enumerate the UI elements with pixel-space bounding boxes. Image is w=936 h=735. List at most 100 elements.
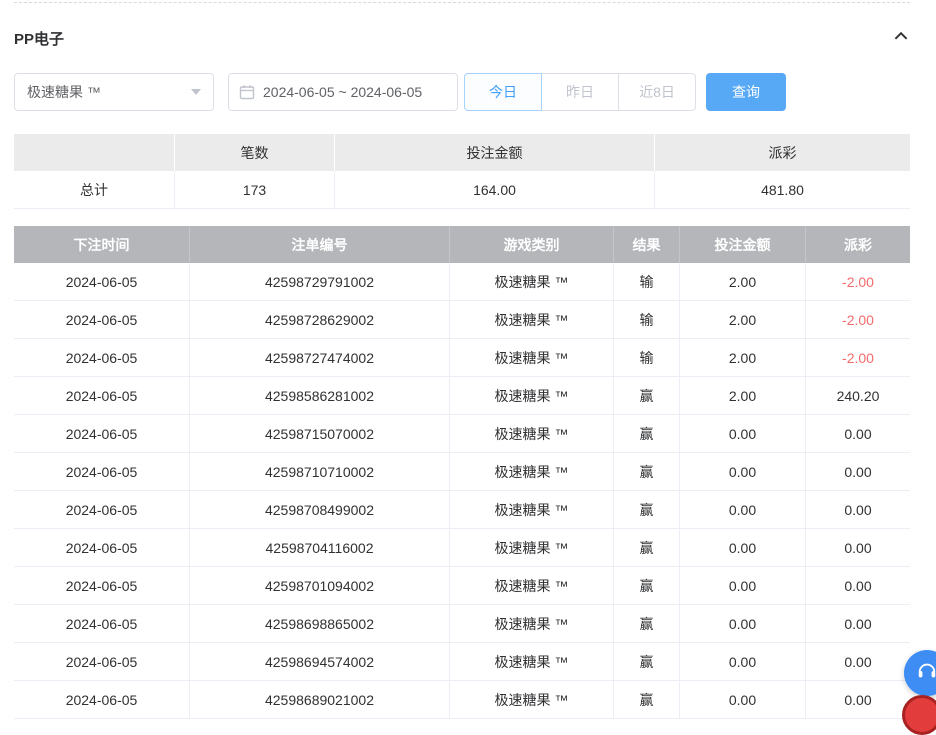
panel-title: PP电子 <box>14 28 64 49</box>
cell-game-type: 极速糖果 ™ <box>450 339 614 377</box>
table-row: 2024-06-05 42598715070002 极速糖果 ™ 赢 0.00 … <box>14 415 910 453</box>
cell-bet-time: 2024-06-05 <box>14 339 190 377</box>
cell-game-type: 极速糖果 ™ <box>450 643 614 681</box>
cell-bet-amount: 0.00 <box>680 453 806 491</box>
cell-bet-amount: 2.00 <box>680 263 806 301</box>
cell-payout: -2.00 <box>806 263 910 301</box>
cell-bet-amount: 2.00 <box>680 301 806 339</box>
table-row: 2024-06-05 42598694574002 极速糖果 ™ 赢 0.00 … <box>14 643 910 681</box>
panel-header: PP电子 <box>14 3 910 73</box>
cell-result: 赢 <box>614 605 680 643</box>
summary-header-blank <box>14 134 175 171</box>
last-8-days-button[interactable]: 近8日 <box>618 73 696 111</box>
cell-bet-id: 42598586281002 <box>190 377 450 415</box>
cell-bet-time: 2024-06-05 <box>14 529 190 567</box>
date-range-value: 2024-06-05 ~ 2024-06-05 <box>263 84 422 100</box>
cell-result: 输 <box>614 339 680 377</box>
summary-header-payout: 派彩 <box>655 134 910 171</box>
records-header: 下注时间 注单编号 游戏类别 结果 投注金额 派彩 <box>14 226 910 263</box>
column-header-game-type: 游戏类别 <box>450 226 614 263</box>
cell-bet-id: 42598694574002 <box>190 643 450 681</box>
summary-header-bet-amount: 投注金额 <box>335 134 655 171</box>
today-button[interactable]: 今日 <box>464 73 542 111</box>
game-select[interactable]: 极速糖果 ™ <box>14 73 214 111</box>
table-row: 2024-06-05 42598701094002 极速糖果 ™ 赢 0.00 … <box>14 567 910 605</box>
cell-bet-amount: 0.00 <box>680 567 806 605</box>
summary-header-count: 笔数 <box>175 134 335 171</box>
cell-bet-time: 2024-06-05 <box>14 491 190 529</box>
column-header-bet-id: 注单编号 <box>190 226 450 263</box>
date-range-input[interactable]: 2024-06-05 ~ 2024-06-05 <box>228 73 458 111</box>
cell-bet-time: 2024-06-05 <box>14 643 190 681</box>
table-row: 2024-06-05 42598727474002 极速糖果 ™ 输 2.00 … <box>14 339 910 377</box>
cell-bet-amount: 0.00 <box>680 491 806 529</box>
cell-bet-amount: 0.00 <box>680 681 806 719</box>
cell-payout: 0.00 <box>806 605 910 643</box>
column-header-result: 结果 <box>614 226 680 263</box>
cell-result: 输 <box>614 301 680 339</box>
cell-game-type: 极速糖果 ™ <box>450 377 614 415</box>
filter-bar: 极速糖果 ™ 2024-06-05 ~ 2024-06-05 今日 昨日 近8日… <box>14 73 910 111</box>
summary-table: 笔数 投注金额 派彩 总计 173 164.00 481.80 <box>14 134 910 209</box>
cell-payout: 0.00 <box>806 415 910 453</box>
cell-bet-id: 42598708499002 <box>190 491 450 529</box>
search-button[interactable]: 查询 <box>706 73 786 111</box>
cell-payout: 240.20 <box>806 377 910 415</box>
column-header-payout: 派彩 <box>806 226 910 263</box>
cell-bet-time: 2024-06-05 <box>14 681 190 719</box>
cell-result: 输 <box>614 263 680 301</box>
cell-bet-time: 2024-06-05 <box>14 567 190 605</box>
cell-bet-id: 42598701094002 <box>190 567 450 605</box>
records-panel: PP电子 极速糖果 ™ 2024-06-05 ~ 2024-06-05 今日 昨… <box>0 2 936 719</box>
column-header-bet-time: 下注时间 <box>14 226 190 263</box>
summary-count-value: 173 <box>175 171 335 209</box>
yesterday-button[interactable]: 昨日 <box>541 73 619 111</box>
cell-payout: 0.00 <box>806 491 910 529</box>
table-row: 2024-06-05 42598689021002 极速糖果 ™ 赢 0.00 … <box>14 681 910 719</box>
calendar-icon <box>239 84 255 100</box>
cell-bet-time: 2024-06-05 <box>14 415 190 453</box>
cell-game-type: 极速糖果 ™ <box>450 605 614 643</box>
cell-result: 赢 <box>614 681 680 719</box>
cell-game-type: 极速糖果 ™ <box>450 529 614 567</box>
cell-bet-time: 2024-06-05 <box>14 377 190 415</box>
cell-bet-id: 42598727474002 <box>190 339 450 377</box>
table-row: 2024-06-05 42598698865002 极速糖果 ™ 赢 0.00 … <box>14 605 910 643</box>
table-row: 2024-06-05 42598710710002 极速糖果 ™ 赢 0.00 … <box>14 453 910 491</box>
cell-bet-time: 2024-06-05 <box>14 453 190 491</box>
cell-payout: 0.00 <box>806 567 910 605</box>
cell-game-type: 极速糖果 ™ <box>450 301 614 339</box>
column-header-bet-amount: 投注金额 <box>680 226 806 263</box>
cell-bet-time: 2024-06-05 <box>14 263 190 301</box>
game-select-value: 极速糖果 ™ <box>27 82 191 102</box>
cell-result: 赢 <box>614 643 680 681</box>
cell-payout: 0.00 <box>806 643 910 681</box>
cell-game-type: 极速糖果 ™ <box>450 415 614 453</box>
records-table: 下注时间 注单编号 游戏类别 结果 投注金额 派彩 2024-06-05 425… <box>14 226 910 719</box>
cell-payout: -2.00 <box>806 301 910 339</box>
cell-bet-id: 42598704116002 <box>190 529 450 567</box>
summary-total-label: 总计 <box>14 171 175 209</box>
cell-payout: 0.00 <box>806 529 910 567</box>
cell-bet-id: 42598698865002 <box>190 605 450 643</box>
cell-result: 赢 <box>614 453 680 491</box>
summary-payout-value: 481.80 <box>655 171 910 209</box>
cell-bet-id: 42598715070002 <box>190 415 450 453</box>
summary-bet-amount-value: 164.00 <box>335 171 655 209</box>
cell-payout: 0.00 <box>806 681 910 719</box>
cell-bet-amount: 2.00 <box>680 339 806 377</box>
cell-payout: 0.00 <box>806 453 910 491</box>
chevron-down-icon <box>191 89 201 95</box>
cell-result: 赢 <box>614 529 680 567</box>
table-row: 2024-06-05 42598708499002 极速糖果 ™ 赢 0.00 … <box>14 491 910 529</box>
cell-result: 赢 <box>614 377 680 415</box>
cell-bet-id: 42598729791002 <box>190 263 450 301</box>
cell-payout: -2.00 <box>806 339 910 377</box>
cell-game-type: 极速糖果 ™ <box>450 453 614 491</box>
cell-bet-id: 42598710710002 <box>190 453 450 491</box>
cell-bet-amount: 0.00 <box>680 529 806 567</box>
table-row: 2024-06-05 42598586281002 极速糖果 ™ 赢 2.00 … <box>14 377 910 415</box>
collapse-button[interactable] <box>892 27 910 50</box>
floating-promo-button[interactable] <box>902 695 936 735</box>
table-row: 2024-06-05 42598728629002 极速糖果 ™ 输 2.00 … <box>14 301 910 339</box>
